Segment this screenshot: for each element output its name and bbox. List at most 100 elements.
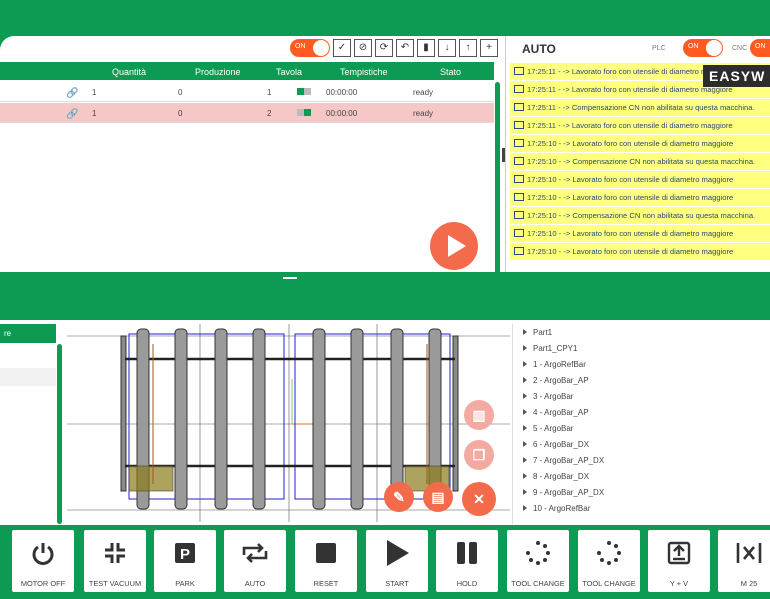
table-toolbar: ON ✓ ⊘ ⟳ ↶ ▮ ↓ ↑ + [290, 39, 498, 57]
start-button[interactable]: START [366, 530, 428, 592]
splitter-grip-icon[interactable] [283, 277, 297, 279]
lower-left-scrollbar[interactable] [57, 344, 62, 524]
col-tavola[interactable]: Tavola [276, 67, 302, 77]
plc-toggle[interactable]: ON [683, 39, 723, 57]
chevron-right-icon [523, 329, 527, 335]
repeat-icon [224, 538, 286, 568]
chevron-right-icon [523, 457, 527, 463]
col-quantita[interactable]: Quantità [112, 67, 146, 77]
monitor-icon [514, 193, 524, 201]
copy-icon: ❐ [472, 447, 486, 463]
delete-button[interactable]: ✕ [462, 482, 496, 516]
log-list[interactable]: 17:25:11 - -> Lavorato foro con utensile… [510, 63, 770, 273]
lower-header-band [0, 284, 770, 320]
tree-item[interactable]: Part1 [523, 328, 552, 337]
play-icon [366, 538, 428, 568]
motor-off-button[interactable]: MOTOR OFF [12, 530, 74, 592]
y-plus-v-button[interactable]: Y + V [648, 530, 710, 592]
parking-icon: P [154, 538, 216, 568]
monitor-icon [514, 67, 524, 75]
m25-button[interactable]: M 25 [718, 530, 770, 592]
lower-left-list[interactable]: re [0, 324, 56, 524]
chevron-right-icon [523, 361, 527, 367]
block-icon[interactable]: ⊘ [354, 39, 372, 57]
play-button[interactable] [430, 222, 478, 270]
hold-button[interactable]: HOLD [436, 530, 498, 592]
tree-item[interactable]: 3 - ArgoBar [523, 392, 573, 401]
split-view-button[interactable]: ▥ [464, 400, 494, 430]
upload-box-icon [648, 538, 710, 568]
chevron-right-icon [523, 505, 527, 511]
tree-item[interactable]: 7 - ArgoBar_AP_DX [523, 456, 604, 465]
tree-item[interactable]: 2 - ArgoBar_AP [523, 376, 589, 385]
table-indicator-icon [297, 88, 311, 95]
test-vacuum-button[interactable]: TEST VACUUM [84, 530, 146, 592]
monitor-icon [514, 229, 524, 237]
chevron-right-icon [523, 409, 527, 415]
auto-button[interactable]: AUTO [224, 530, 286, 592]
chevron-right-icon [523, 425, 527, 431]
tree-item[interactable]: 9 - ArgoBar_AP_DX [523, 488, 604, 497]
link-icon[interactable]: 🔗 [66, 88, 78, 99]
log-entry: 17:25:10 - -> Lavorato foro con utensile… [510, 189, 770, 206]
tree-item[interactable]: 4 - ArgoBar_AP [523, 408, 589, 417]
table-scrollbar[interactable] [495, 82, 500, 274]
tool-change-button[interactable]: TOOL CHANGE [507, 530, 569, 592]
dots-circle-icon [578, 538, 640, 568]
edit-button[interactable]: ✎ [384, 482, 414, 512]
tree-item[interactable]: 5 - ArgoBar [523, 424, 573, 433]
panel-splitter[interactable] [0, 272, 770, 284]
close-icon: ✕ [473, 491, 485, 507]
brand-logo: EASYW [703, 65, 770, 87]
refresh-icon[interactable]: ⟳ [375, 39, 393, 57]
undo-icon[interactable]: ↶ [396, 39, 414, 57]
monitor-icon [514, 175, 524, 183]
list-item[interactable] [0, 368, 56, 386]
power-icon [12, 538, 74, 568]
panel-divider[interactable] [505, 36, 506, 272]
reset-button[interactable]: RESET [295, 530, 357, 592]
part-tree[interactable]: Part1 Part1_CPY1 1 - ArgoRefBar 2 - Argo… [512, 324, 770, 524]
col-produzione[interactable]: Produzione [195, 67, 241, 77]
log-entry: 17:25:11 - -> Compensazione CN non abili… [510, 99, 770, 116]
monitor-icon [514, 211, 524, 219]
tree-item[interactable]: Part1_CPY1 [523, 344, 577, 353]
arrow-down-icon[interactable]: ↓ [438, 39, 456, 57]
document-icon: ▤ [431, 489, 445, 505]
table-header: Quantità Produzione Tavola Tempistiche S… [0, 62, 494, 80]
tree-item[interactable]: 8 - ArgoBar_DX [523, 472, 589, 481]
trash-icon[interactable]: ▮ [417, 39, 435, 57]
copy-button[interactable]: ❐ [464, 440, 494, 470]
svg-text:P: P [180, 546, 190, 563]
link-icon[interactable]: 🔗 [66, 109, 78, 120]
chevron-right-icon [523, 441, 527, 447]
log-entry: 17:25:10 - -> Lavorato foro con utensile… [510, 243, 770, 260]
arrow-up-icon[interactable]: ↑ [459, 39, 477, 57]
tree-item[interactable]: 10 - ArgoRefBar [523, 504, 590, 513]
x-bracket-icon [718, 538, 770, 568]
chevron-right-icon [523, 345, 527, 351]
cnc-toggle[interactable]: ON [750, 39, 770, 57]
monitor-icon [514, 157, 524, 165]
col-stato[interactable]: Stato [440, 67, 461, 77]
panel-resize-handle[interactable] [502, 148, 505, 162]
stop-icon [295, 538, 357, 568]
log-entry: 17:25:11 - -> Lavorato foro con utensile… [510, 117, 770, 134]
document-button[interactable]: ▤ [423, 482, 453, 512]
power-toggle[interactable]: ON [290, 39, 330, 57]
check-icon[interactable]: ✓ [333, 39, 351, 57]
tool-change-button-2[interactable]: TOOL CHANGE [578, 530, 640, 592]
cnc-label: CNC [732, 45, 748, 52]
plus-icon[interactable]: + [480, 39, 498, 57]
table-indicator-icon [297, 109, 311, 116]
monitor-icon [514, 139, 524, 147]
table-row[interactable]: 🔗 1 0 2 00:00:00 ready [0, 103, 494, 123]
chevron-right-icon [523, 473, 527, 479]
table-row[interactable]: 🔗 1 0 1 00:00:00 ready [0, 82, 494, 102]
dots-circle-icon [507, 538, 569, 568]
park-button[interactable]: P PARK [154, 530, 216, 592]
col-tempistiche[interactable]: Tempistiche [340, 67, 388, 77]
tree-item[interactable]: 1 - ArgoRefBar [523, 360, 586, 369]
tree-item[interactable]: 6 - ArgoBar_DX [523, 440, 589, 449]
chevron-right-icon [523, 377, 527, 383]
